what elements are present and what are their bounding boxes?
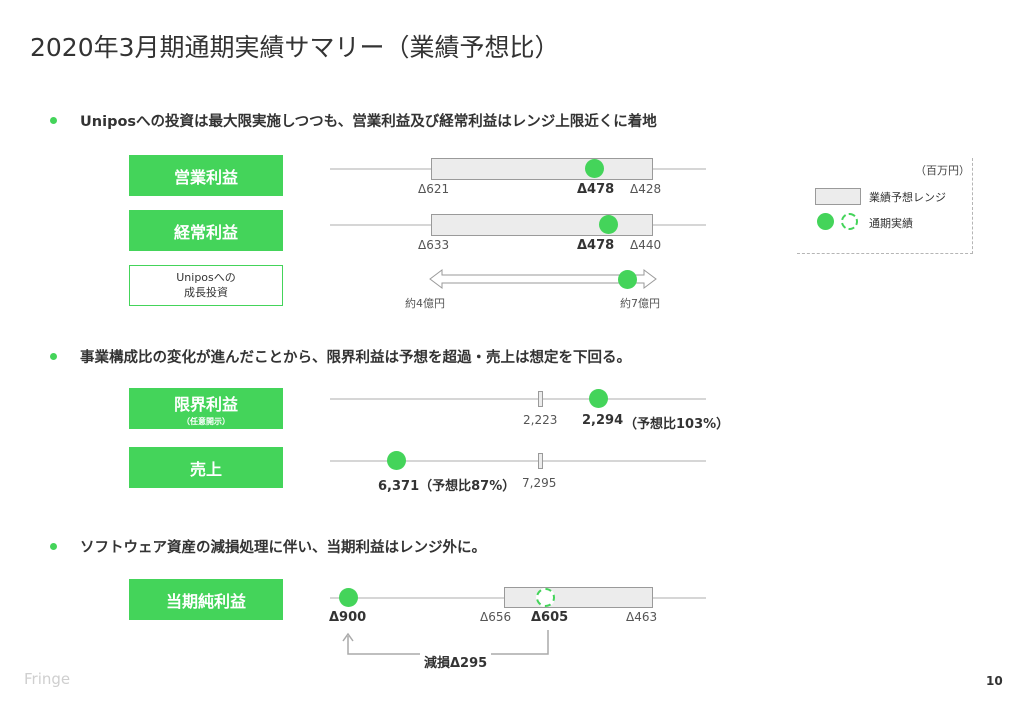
legend-actual-label: 通期実績 [869,217,913,230]
page-number: 10 [986,674,1003,688]
range-bar-net-profit [504,587,653,608]
range-high-net-profit: Δ463 [626,610,658,624]
range-bar-operating-profit [431,158,653,180]
legend: （百万円） 業績予想レンジ 通期実績 [797,158,973,254]
label-marginal-profit-sub: （任意開示） [182,416,230,426]
label-marginal-profit-text: 限界利益 [173,394,238,414]
range-high-operating-profit: Δ428 [630,182,662,196]
label-operating-profit: 営業利益 [129,155,283,196]
ratio-marginal-profit: （予想比103%） [624,417,730,432]
forecast-value-marginal-profit: 2,223 [523,413,558,427]
range-low-operating-profit: Δ621 [418,182,450,196]
forecast-marker-marginal-profit [538,391,543,407]
impairment-label: 減損Δ295 [420,652,492,671]
bullet-text-3: ソフトウェア資産の減損処理に伴い、当期利益はレンジ外に。 [80,540,486,556]
label-unipos-investment: Uniposへの 成長投資 [129,265,283,306]
page-title: 2020年3月期通期実績サマリー（業績予想比） [30,33,560,62]
actual-dot-unipos [618,270,637,289]
legend-actual-dot [817,213,834,230]
bullet-dot [50,117,57,124]
range-bar-ordinary-profit [431,214,653,236]
unipos-label-line1: Uniposへの [176,270,236,284]
bullet-dot [50,543,57,550]
range-low-net-profit: Δ656 [480,610,512,624]
label-ordinary-profit: 経常利益 [129,210,283,251]
actual-value-net-profit: Δ900 [329,610,367,625]
actual-value-sales: 6,371（予想比87%） [378,479,516,494]
label-ordinary-profit-text: 経常利益 [173,222,238,242]
actual-value-ordinary-profit: Δ478 [577,238,615,253]
forecast-value-net-profit: Δ605 [531,610,569,625]
label-marginal-profit: 限界利益 （任意開示） [129,388,283,429]
legend-unit: （百万円） [915,164,970,177]
bullet-text-1: Uniposへの投資は最大限実施しつつも、営業利益及び経常利益はレンジ上限近くに… [80,114,657,130]
forecast-dashed-dot-net-profit [536,588,555,607]
bullet-text-2: 事業構成比の変化が進んだことから、限界利益は予想を超過・売上は想定を下回る。 [80,350,631,366]
label-net-profit: 当期純利益 [129,579,283,620]
actual-value-operating-profit: Δ478 [577,182,615,197]
range-low-ordinary-profit: Δ633 [418,238,450,252]
brand-logo: Fringe [24,670,71,688]
label-sales: 売上 [129,447,283,488]
actual-value-marginal-profit: 2,294 [582,413,624,428]
unipos-to-label: 約7億円 [620,297,660,310]
forecast-marker-sales [538,453,543,469]
actual-dot-operating-profit [585,159,604,178]
forecast-value-sales: 7,295 [522,476,557,490]
legend-range-swatch [815,188,861,205]
label-operating-profit-text: 営業利益 [173,167,238,187]
legend-range-label: 業績予想レンジ [869,191,946,204]
actual-dot-net-profit [339,588,358,607]
unipos-label-line2: 成長投資 [184,285,228,299]
actual-dot-marginal-profit [589,389,608,408]
unipos-from-label: 約4億円 [405,297,445,310]
range-high-ordinary-profit: Δ440 [630,238,662,252]
legend-actual-dashed-dot [841,213,858,230]
actual-dot-sales [387,451,406,470]
actual-dot-ordinary-profit [599,215,618,234]
axis-line-marginal-profit [330,398,706,400]
bullet-dot [50,353,57,360]
label-net-profit-text: 当期純利益 [165,591,246,611]
label-sales-text: 売上 [189,459,222,479]
